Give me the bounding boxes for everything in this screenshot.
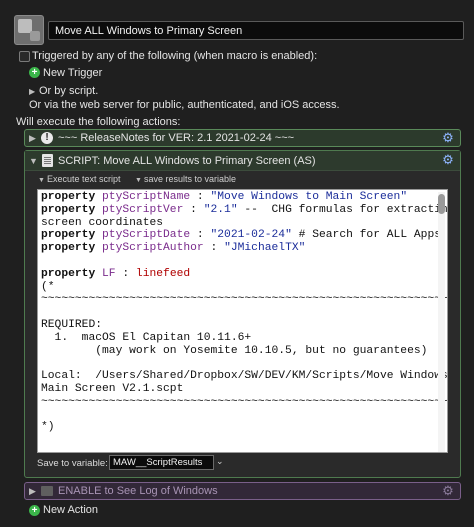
new-trigger-plus-icon[interactable]: + [29,67,40,78]
code-line[interactable]: (may work on Yosemite 10.10.5, but no gu… [41,345,434,358]
code-line[interactable] [41,306,434,319]
code-line[interactable] [41,357,434,370]
dropdown-triangle-icon: ▼ [135,177,142,184]
scrollbar-thumb[interactable] [438,194,445,214]
code-line[interactable]: Main Screen V2.1.scpt [41,383,434,396]
exclamation-icon: ! [41,132,53,144]
code-line[interactable]: Local: /Users/Shared/Dropbox/SW/DEV/KM/S… [41,370,447,383]
code-line[interactable]: ~~~~~~~~~~~~~~~~~~~~~~~~~~~~~~~~~~~~~~~~… [41,396,447,409]
script-action-title: SCRIPT: Move ALL Windows to Primary Scre… [58,155,316,167]
code-line[interactable]: property ptyScriptDate : "2021-02-24" # … [41,229,441,242]
script-action-panel: ▼ SCRIPT: Move ALL Windows to Primary Sc… [24,150,461,478]
save-to-variable-label: Save to variable: [37,458,108,469]
code-line[interactable]: property ptyScriptName : "Move Windows t… [41,191,434,204]
new-action-link[interactable]: New Action [43,504,98,517]
triggered-label: Triggered by any of the following (when … [32,50,318,62]
variable-dropdown-chevron-icon[interactable]: ⌄ [216,456,224,467]
web-server-label: Or via the web server for public, authen… [29,99,340,111]
log-document-icon [41,486,53,496]
code-line[interactable]: property LF : linefeed [41,268,434,281]
or-by-script-label[interactable]: Or by script. [39,85,98,98]
code-line[interactable] [41,255,434,268]
save-to-variable-field[interactable]: MAW__ScriptResults [109,455,214,470]
new-trigger-link[interactable]: New Trigger [43,67,102,80]
enable-log-action[interactable]: ▶ ENABLE to See Log of Windows ⚙ [24,482,461,500]
release-notes-label: ~~~ ReleaseNotes for VER: 2.1 2021-02-24… [58,132,295,144]
code-line[interactable]: screen coordinates [41,217,434,230]
enable-log-label: ENABLE to See Log of Windows [58,485,218,497]
script-action-header[interactable]: ▼ SCRIPT: Move ALL Windows to Primary Sc… [25,151,460,171]
code-line[interactable]: 1. macOS El Capitan 10.11.6+ [41,332,434,345]
collapse-chevron-icon[interactable]: ▼ [29,155,38,167]
script-document-icon [42,154,53,167]
code-line[interactable]: REQUIRED: [41,319,434,332]
code-line[interactable]: (* [41,281,434,294]
gear-icon[interactable]: ⚙ [441,131,455,145]
execute-text-script-label[interactable]: Execute text script [47,174,121,184]
gear-icon[interactable]: ⚙ [441,153,455,167]
actions-header: Will execute the following actions: [16,116,181,128]
macro-title-field[interactable]: Move ALL Windows to Primary Screen [48,21,464,40]
code-line[interactable] [41,409,434,422]
code-line[interactable]: ~~~~~~~~~~~~~~~~~~~~~~~~~~~~~~~~~~~~~~~~… [41,293,447,306]
release-notes-action[interactable]: ▶ ! ~~~ ReleaseNotes for VER: 2.1 2021-0… [24,129,461,147]
save-results-option[interactable]: ▼ save results to variable [135,174,236,184]
code-line[interactable]: *) [41,421,434,434]
expand-chevron-icon[interactable]: ▶ [29,485,36,497]
expand-chevron-icon[interactable]: ▶ [29,132,36,144]
dropdown-triangle-icon: ▼ [38,177,45,184]
code-line[interactable]: property ptyScriptAuthor : "JMichaelTX" [41,242,434,255]
script-editor[interactable]: property ptyScriptName : "Move Windows t… [37,189,448,453]
editor-scrollbar[interactable] [438,192,445,452]
script-code[interactable]: property ptyScriptName : "Move Windows t… [41,191,447,434]
code-line[interactable]: property ptyScriptVer : "2.1" -- CHG for… [41,204,447,217]
triggered-checkbox[interactable] [19,51,30,62]
or-by-script-chevron-icon[interactable]: ▶ [29,85,35,98]
save-results-label[interactable]: save results to variable [144,174,236,184]
new-action-plus-icon[interactable]: + [29,505,40,516]
macro-icon[interactable] [14,15,44,45]
gear-icon[interactable]: ⚙ [441,484,455,498]
execute-text-script-option[interactable]: ▼ Execute text script [38,174,120,184]
